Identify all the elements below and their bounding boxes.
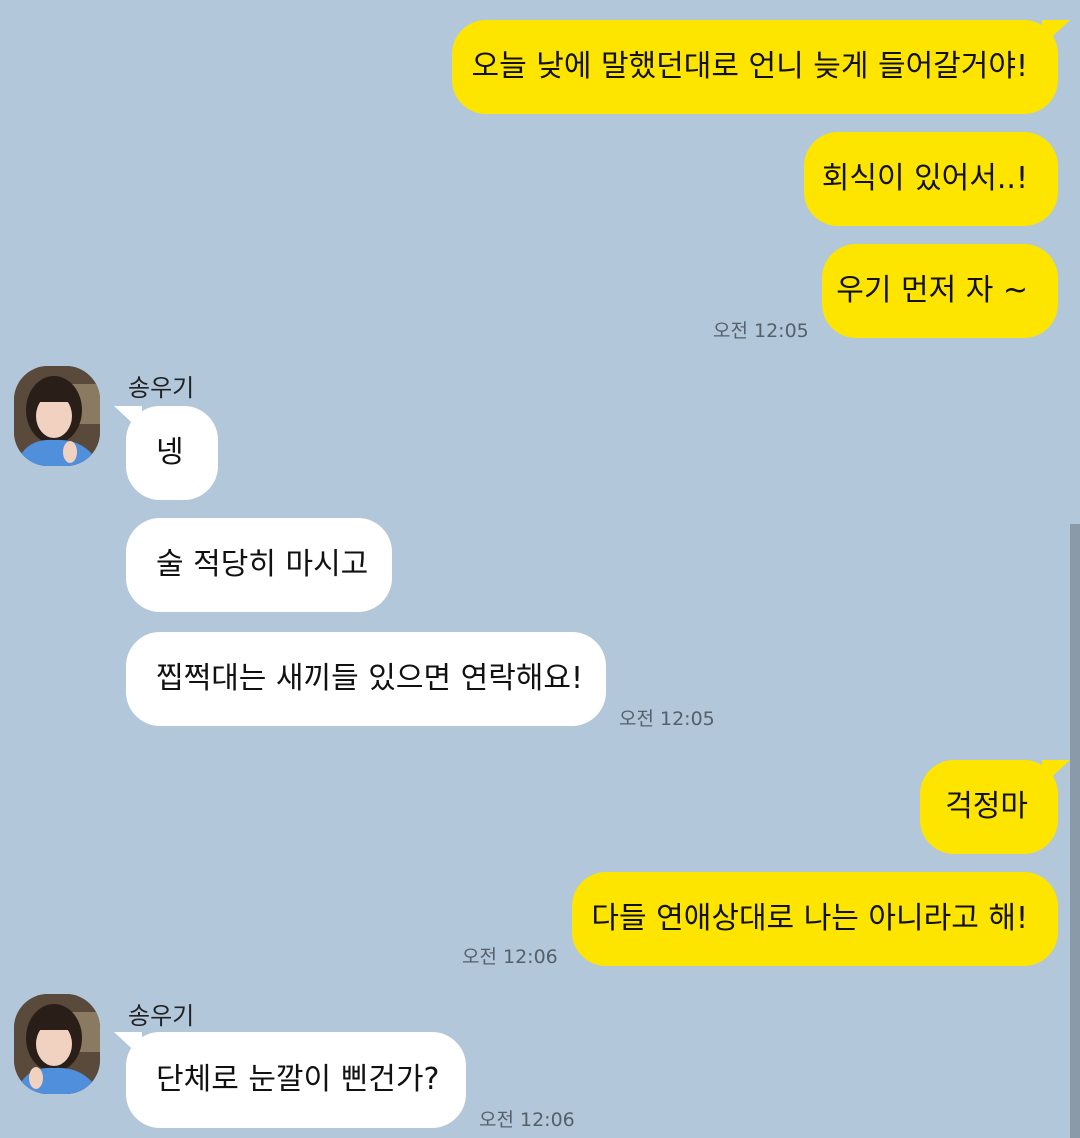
message-text: 걱정마 [945,789,1028,824]
message-text: 단체로 눈깔이 삔건가? [156,1062,440,1097]
message-timestamp: 오전 12:06 [462,946,558,968]
message-bubble-sent[interactable]: 다들 연애상대로 나는 아니라고 해! [572,872,1058,966]
message-bubble-received[interactable]: 넹 [114,406,218,500]
profile-photo-icon [14,366,100,466]
message-text: 찝쩍대는 새끼들 있으면 연락해요! [156,661,584,696]
message-text: 회식이 있어서..! [821,161,1028,196]
scrollbar[interactable] [1070,524,1080,1138]
sender-name: 송우기 [128,374,195,402]
message-bubble-received[interactable]: 술 적당히 마시고 [126,518,392,612]
message-text: 넹 [156,435,184,470]
sender-name: 송우기 [128,1002,195,1030]
message-bubble-received[interactable]: 단체로 눈깔이 삔건가? [114,1032,466,1128]
message-text: 우기 먼저 자 ~ [836,273,1028,308]
message-bubble-sent[interactable]: 우기 먼저 자 ~ [822,244,1058,338]
message-text: 술 적당히 마시고 [156,547,369,582]
message-timestamp: 오전 12:06 [479,1109,575,1131]
message-bubble-received[interactable]: 찝쩍대는 새끼들 있으면 연락해요! [126,632,606,726]
message-bubble-sent[interactable]: 오늘 낮에 말했던대로 언니 늦게 들어갈거야! [452,20,1070,114]
message-bubble-sent[interactable]: 회식이 있어서..! [804,132,1058,226]
message-bubble-sent[interactable]: 걱정마 [920,760,1070,854]
message-timestamp: 오전 12:05 [713,320,809,342]
message-timestamp: 오전 12:05 [619,708,715,730]
message-text: 다들 연애상대로 나는 아니라고 해! [591,901,1028,936]
avatar[interactable] [14,994,100,1094]
message-text: 오늘 낮에 말했던대로 언니 늦게 들어갈거야! [471,49,1028,84]
profile-photo-icon [14,994,100,1094]
avatar[interactable] [14,366,100,466]
